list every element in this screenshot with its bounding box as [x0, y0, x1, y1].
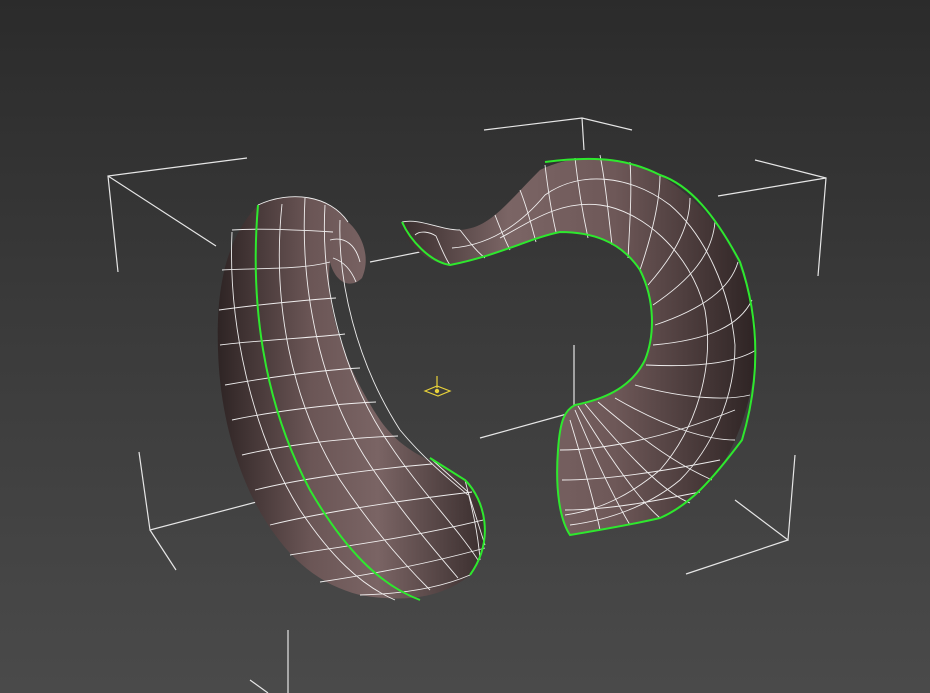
- pivot-gizmo[interactable]: [423, 376, 452, 397]
- viewport-scene[interactable]: [0, 0, 930, 693]
- 3d-viewport[interactable]: [0, 0, 930, 693]
